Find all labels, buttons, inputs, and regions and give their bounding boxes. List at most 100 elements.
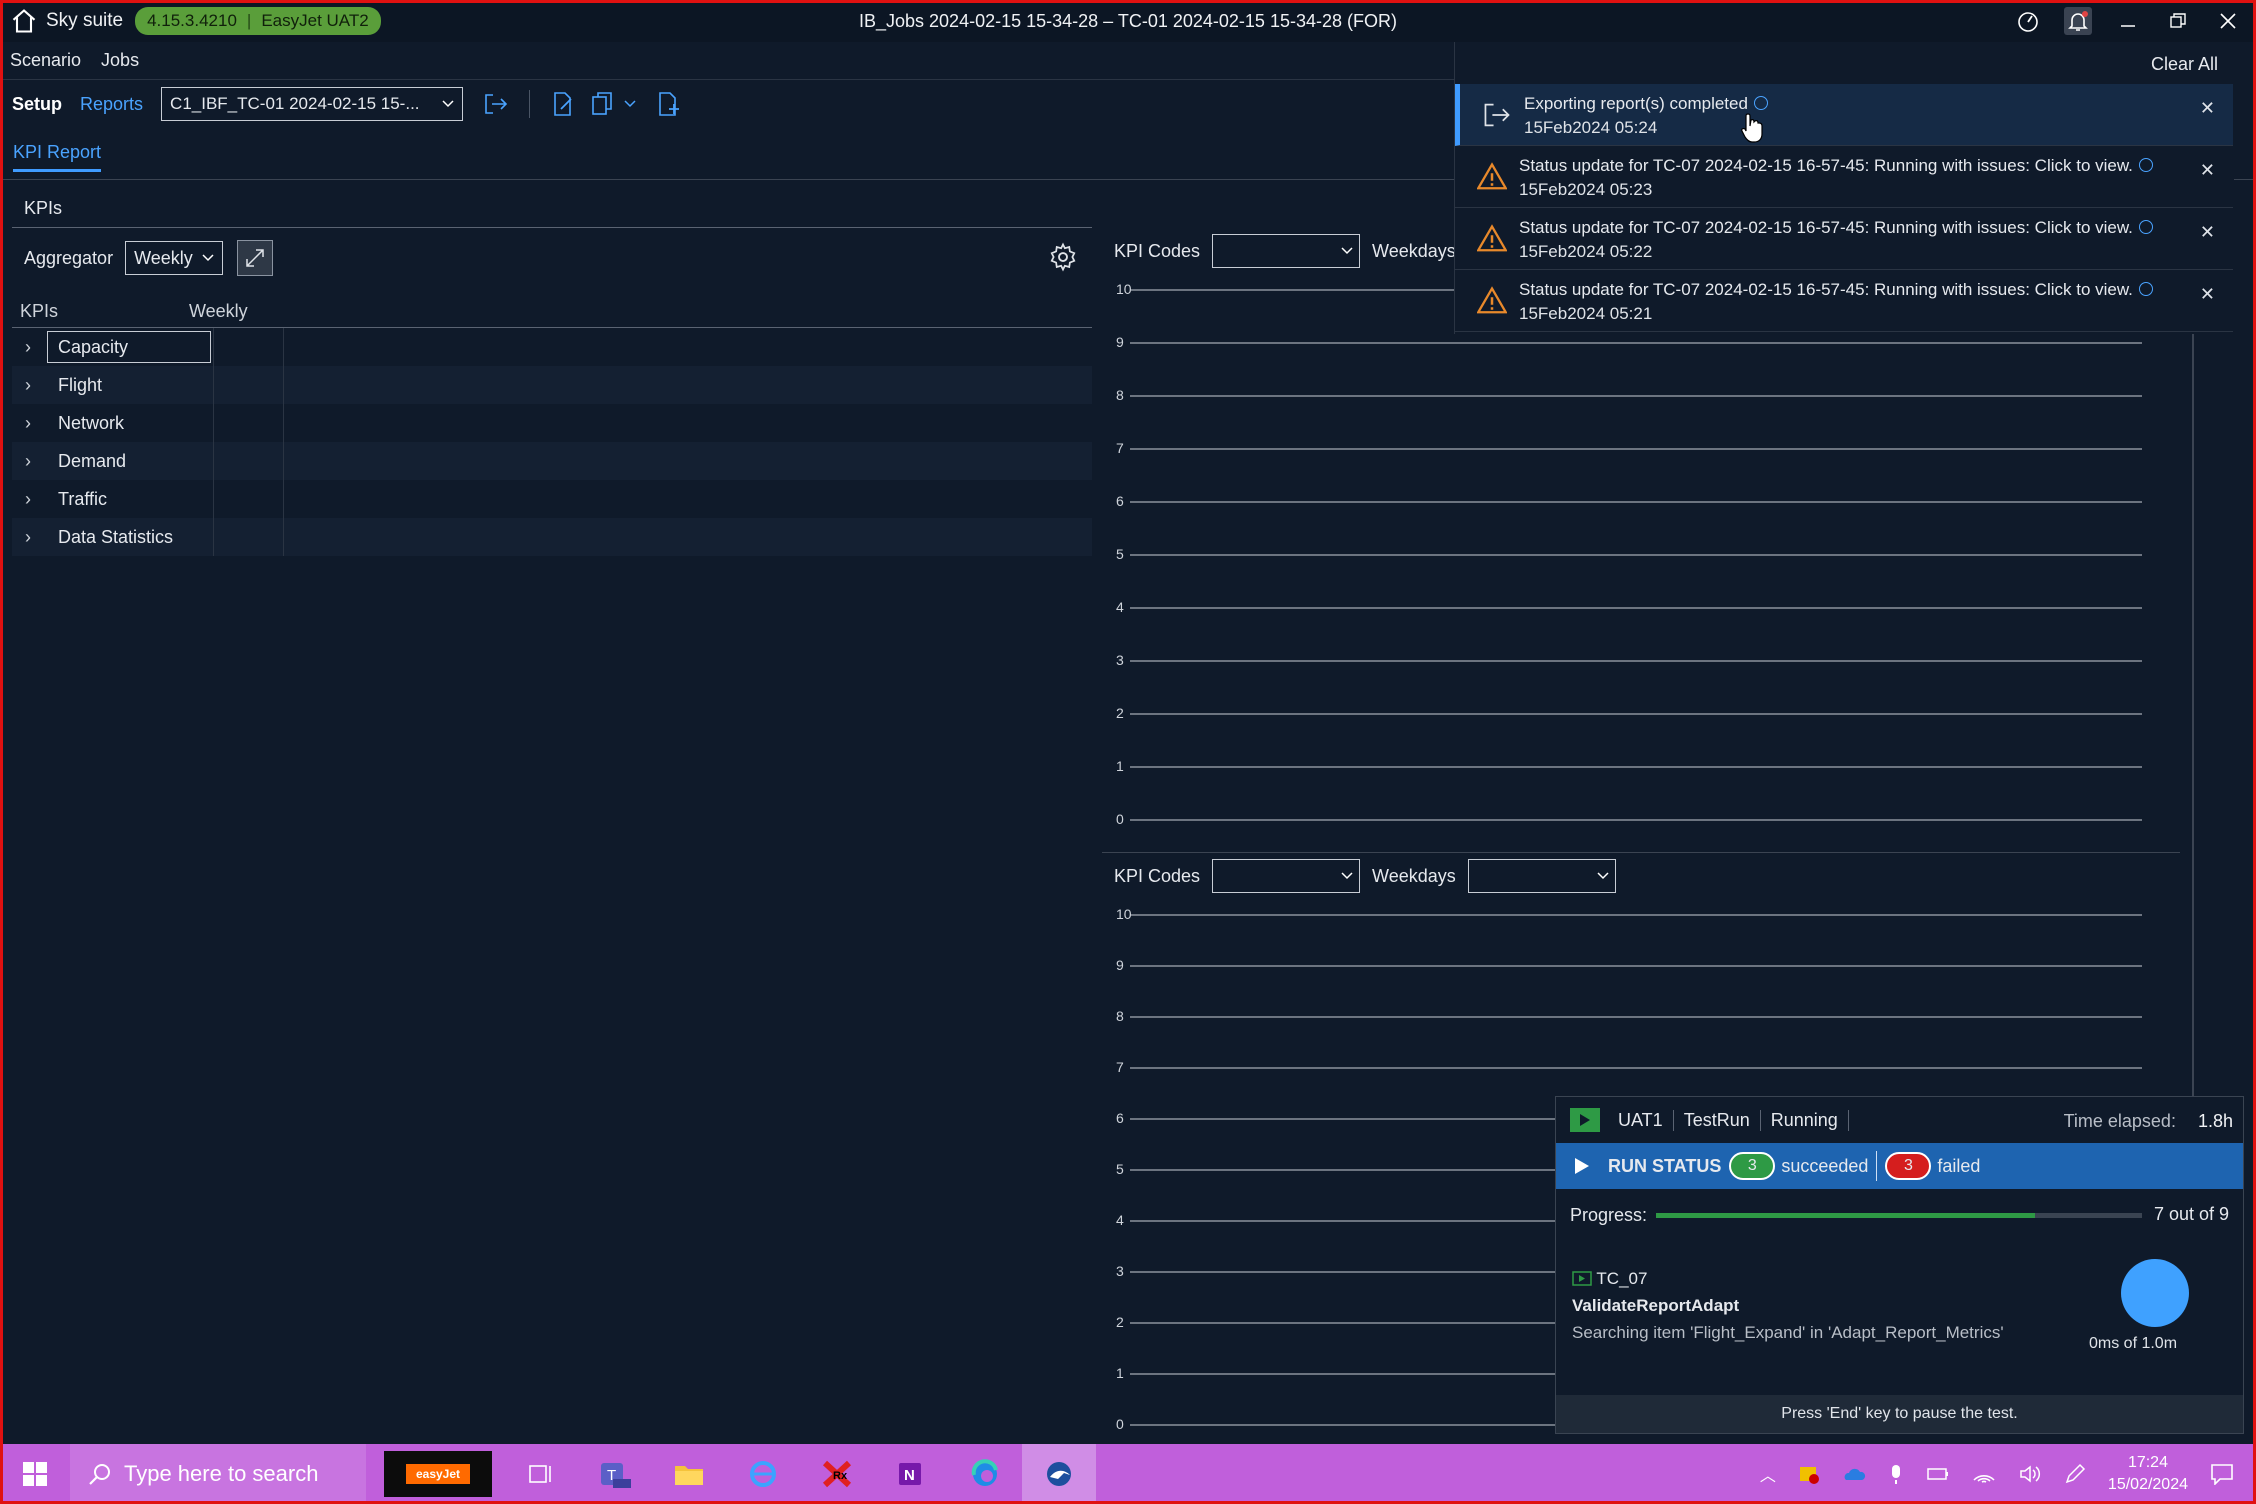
kpi-codes-select[interactable] — [1212, 234, 1361, 268]
security-icon[interactable] — [1798, 1463, 1820, 1485]
export-icon[interactable] — [481, 89, 511, 119]
chevron-down-icon[interactable] — [624, 100, 636, 108]
y-tick-label: 8 — [1116, 1008, 1124, 1024]
kpi-chart-top: 109876543210 — [1116, 281, 2142, 827]
notification-item[interactable]: Exporting report(s) completed 15Feb2024 … — [1455, 84, 2233, 146]
y-tick-label: 4 — [1116, 1212, 1124, 1228]
failed-count[interactable]: 3 — [1885, 1152, 1932, 1180]
info-icon — [2138, 282, 2153, 296]
column-kpis[interactable]: KPIs — [20, 301, 58, 322]
notification-item[interactable]: Status update for TC-07 2024-02-15 16-57… — [1455, 208, 2233, 270]
chevron-right-icon[interactable]: › — [12, 337, 44, 358]
close-icon[interactable] — [2214, 7, 2242, 35]
system-tray: ︿ 17:24 15/02/2024 — [1760, 1444, 2256, 1504]
kpi-row-label: Data Statistics — [44, 518, 214, 556]
kpi-row[interactable]: › Traffic — [12, 480, 1092, 518]
file-explorer-icon[interactable] — [652, 1444, 726, 1504]
chevron-right-icon[interactable]: › — [12, 375, 44, 396]
column-weekly[interactable]: Weekly — [189, 301, 248, 322]
chevron-up-icon[interactable]: ︿ — [1760, 1462, 1776, 1486]
notification-text: Exporting report(s) completed 15Feb2024 … — [1524, 92, 1768, 140]
weekdays-select[interactable] — [1467, 859, 1616, 893]
kpi-codes-select[interactable] — [1212, 859, 1361, 893]
svg-text:Rx: Rx — [833, 1470, 848, 1482]
bell-icon[interactable] — [2064, 7, 2092, 35]
minimize-icon[interactable] — [2114, 7, 2142, 35]
taskbar-clock[interactable]: 17:24 15/02/2024 — [2108, 1452, 2188, 1496]
taskbar-search[interactable]: Type here to search — [70, 1444, 366, 1504]
close-icon[interactable]: ✕ — [2200, 160, 2215, 181]
notification-center-icon[interactable] — [2210, 1463, 2234, 1485]
y-tick-label: 5 — [1116, 546, 1124, 562]
rx-app-icon[interactable]: Rx — [800, 1444, 874, 1504]
chevron-right-icon[interactable]: › — [12, 527, 44, 548]
notification-item[interactable]: Status update for TC-07 2024-02-15 16-57… — [1455, 270, 2233, 332]
onenote-icon[interactable]: N — [874, 1444, 948, 1504]
search-icon — [89, 1464, 110, 1485]
succeeded-count[interactable]: 3 — [1729, 1152, 1776, 1180]
kpi-row[interactable]: › Network — [12, 404, 1092, 442]
play-icon — [1570, 1108, 1600, 1132]
kpi-row-label: Network — [44, 404, 214, 442]
copy-report-icon[interactable] — [588, 89, 618, 119]
kpi-row[interactable]: › Capacity — [12, 328, 1092, 366]
sky-suite-app-icon[interactable] — [1022, 1444, 1096, 1504]
app-name: Sky suite — [46, 10, 124, 31]
kpi-row[interactable]: › Flight — [12, 366, 1092, 404]
menu-bar: Scenario Jobs — [0, 42, 1456, 80]
warning-icon — [1477, 224, 1507, 252]
chart-toolbar-bottom: KPI Codes Weekdays — [1102, 853, 2180, 899]
menu-scenario[interactable]: Scenario — [10, 50, 81, 71]
scenario-select-value: C1_IBF_TC-01 2024-02-15 15-... — [170, 94, 420, 113]
microphone-icon[interactable] — [1888, 1463, 1904, 1485]
chevron-right-icon[interactable]: › — [12, 489, 44, 510]
windows-start-icon[interactable] — [0, 1444, 70, 1504]
wifi-icon[interactable] — [1972, 1464, 1996, 1484]
expand-button[interactable] — [237, 240, 274, 276]
chevron-right-icon[interactable]: › — [12, 413, 44, 434]
restore-icon[interactable] — [2164, 7, 2192, 35]
progress-bar — [1656, 1213, 2142, 1218]
tab-kpi-report[interactable]: KPI Report — [13, 142, 102, 172]
easyjet-label: easyJet — [405, 1464, 471, 1484]
close-icon[interactable]: ✕ — [2200, 98, 2215, 119]
edge-icon[interactable] — [948, 1444, 1022, 1504]
tab-setup[interactable]: Setup — [12, 94, 62, 115]
chevron-right-icon[interactable]: › — [12, 451, 44, 472]
home-icon[interactable] — [10, 7, 38, 35]
edit-report-icon[interactable] — [548, 89, 578, 119]
new-report-icon[interactable] — [654, 89, 684, 119]
close-icon[interactable]: ✕ — [2200, 284, 2215, 305]
environment-text: EasyJet UAT2 — [261, 11, 369, 30]
close-icon[interactable]: ✕ — [2200, 222, 2215, 243]
kpi-row-weekly-cell — [214, 404, 284, 442]
clear-all-button[interactable]: Clear All — [2151, 54, 2218, 75]
menu-jobs[interactable]: Jobs — [101, 50, 139, 71]
aggregator-row: Aggregator Weekly — [12, 236, 1092, 280]
clock-date: 15/02/2024 — [2107, 1476, 2188, 1493]
battery-icon[interactable] — [1926, 1466, 1950, 1482]
scenario-select[interactable]: C1_IBF_TC-01 2024-02-15 15-... — [161, 87, 464, 121]
pen-icon[interactable] — [2064, 1463, 2086, 1485]
play-icon[interactable] — [1574, 1157, 1590, 1175]
internet-explorer-icon[interactable] — [726, 1444, 800, 1504]
volume-icon[interactable] — [2018, 1464, 2042, 1484]
kpi-row[interactable]: › Demand — [12, 442, 1092, 480]
easyjet-app-icon[interactable]: easyJet — [384, 1451, 492, 1497]
tab-reports[interactable]: Reports — [80, 94, 143, 115]
gear-icon[interactable] — [1048, 242, 1078, 272]
kpi-row[interactable]: › Data Statistics — [12, 518, 1092, 556]
expand-icon — [246, 249, 264, 267]
kpi-row-label: Demand — [44, 442, 214, 480]
chevron-down-icon — [1341, 247, 1353, 255]
notification-item[interactable]: Status update for TC-07 2024-02-15 16-57… — [1455, 146, 2233, 208]
task-view-icon[interactable] — [504, 1444, 578, 1504]
aggregator-select[interactable]: Weekly — [125, 241, 224, 275]
teams-icon[interactable]: T — [578, 1444, 652, 1504]
onedrive-icon[interactable] — [1842, 1466, 1866, 1482]
kpi-row-weekly-cell — [214, 328, 284, 366]
y-tick-label: 2 — [1116, 705, 1124, 721]
weekdays-label: Weekdays — [1372, 865, 1456, 886]
run-status-bar: RUN STATUS 3 succeeded 3 failed — [1556, 1143, 2243, 1189]
speedometer-icon[interactable] — [2014, 7, 2042, 35]
